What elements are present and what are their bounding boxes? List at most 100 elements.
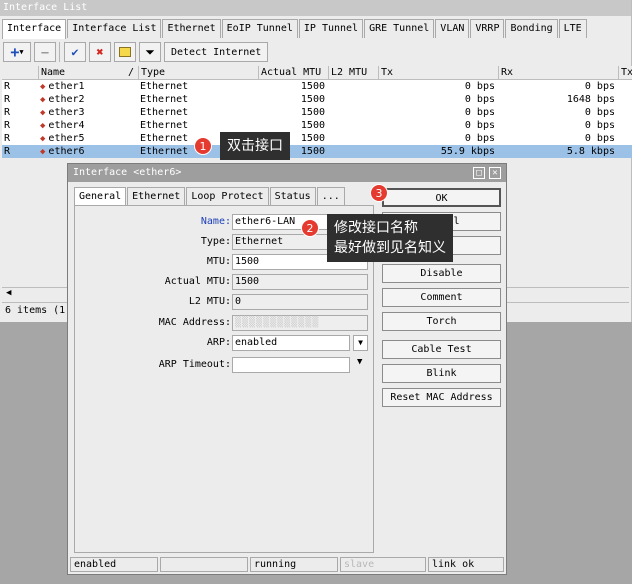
cell-flag: R <box>4 120 11 131</box>
tab-ethernet-settings[interactable]: Ethernet <box>127 187 186 205</box>
cell-name: ◆ ether4 <box>38 119 138 133</box>
interface-name: ether4 <box>48 120 85 131</box>
tab-status[interactable]: Status <box>269 187 316 205</box>
comment-button[interactable] <box>114 42 136 62</box>
cell-tx: 0 bps <box>464 120 495 131</box>
cell-tx: 55.9 kbps <box>440 146 495 157</box>
chevron-down-icon: ▼ <box>19 48 24 56</box>
interface-table: Name / Type Actual MTU L2 MTU Tx Rx Tx R… <box>2 66 632 158</box>
tab-eoip-tunnel[interactable]: EoIP Tunnel <box>221 19 298 38</box>
step-2-callout: 修改接口名称 最好做到见名知义 <box>327 214 453 262</box>
col-name[interactable]: Name <box>38 66 138 79</box>
comment-button[interactable]: Comment <box>382 288 501 307</box>
tab-vlan[interactable]: VLAN <box>435 19 470 38</box>
arp-timeout-input[interactable] <box>232 357 350 373</box>
table-header: Name / Type Actual MTU L2 MTU Tx Rx Tx <box>2 66 632 80</box>
col-type[interactable]: Type <box>138 66 258 79</box>
tab-loop-protect[interactable]: Loop Protect <box>186 187 269 205</box>
enable-button[interactable]: ✔ <box>64 42 86 62</box>
disable-button[interactable]: Disable <box>382 264 501 283</box>
col-sort-indicator: / <box>128 67 135 78</box>
cell-flag: R <box>4 94 11 105</box>
cell-tx: 0 bps <box>464 133 495 144</box>
interface-name: ether6 <box>48 146 85 157</box>
arp-select[interactable]: enabled <box>232 335 350 351</box>
blink-button[interactable]: Blink <box>382 364 501 383</box>
mac-address-field: ▒▒▒▒▒▒▒▒▒▒▒▒ <box>232 315 368 331</box>
step-1-callout: 双击接口 <box>220 132 290 160</box>
detect-internet-button[interactable]: Detect Internet <box>164 42 269 62</box>
close-icon[interactable]: ✕ <box>489 167 501 179</box>
cable-test-button[interactable]: Cable Test <box>382 340 501 359</box>
cell-name: ◆ ether5 <box>38 132 138 146</box>
cell-rx: 0 bps <box>584 81 615 92</box>
add-button[interactable]: + ▼ <box>3 42 31 62</box>
col-l2-mtu[interactable]: L2 MTU <box>328 66 378 79</box>
dialog-status-bar: enabled running slave link ok <box>70 557 504 572</box>
l2-mtu-field: 0 <box>232 294 368 310</box>
toolbar: + ▼ — ✔ ✖ ⏷ Detect Internet <box>3 40 271 64</box>
cell-type: Ethernet <box>140 81 189 92</box>
actual-mtu-field: 1500 <box>232 274 368 290</box>
interface-name: ether1 <box>48 81 85 92</box>
callout-line-2: 最好做到见名知义 <box>334 240 446 256</box>
col-tx[interactable]: Tx <box>378 66 498 79</box>
table-row[interactable]: R ◆ ether3 Ethernet 1500 0 bps 0 bps <box>2 106 632 119</box>
table-row[interactable]: R ◆ ether5 Ethernet 1500 0 bps 0 bps <box>2 132 632 145</box>
tab-interface[interactable]: Interface <box>2 19 67 39</box>
tab-more[interactable]: ... <box>316 187 345 205</box>
ok-button[interactable]: OK <box>382 188 501 207</box>
cell-rx: 1648 bps <box>566 94 615 105</box>
cell-flag: R <box>4 81 11 92</box>
cell-flag: R <box>4 146 11 157</box>
filter-button[interactable]: ⏷ <box>139 42 161 62</box>
table-row[interactable]: R ◆ ether2 Ethernet 1500 0 bps 1648 bps <box>2 93 632 106</box>
tab-bonding[interactable]: Bonding <box>505 19 558 38</box>
arp-dropdown-button[interactable]: ▼ <box>353 335 368 351</box>
dialog-tabs: General Ethernet Loop Protect Status ... <box>74 187 346 205</box>
ethernet-port-icon: ◆ <box>40 121 46 131</box>
col-tx2[interactable]: Tx <box>618 66 632 79</box>
cell-name: ◆ ether3 <box>38 106 138 120</box>
cell-flag: R <box>4 107 11 118</box>
step-2-badge: 2 <box>301 219 319 237</box>
maximize-icon[interactable]: □ <box>473 167 485 179</box>
tab-ip-tunnel[interactable]: IP Tunnel <box>298 19 364 38</box>
main-tabs: Interface Interface List Ethernet EoIP T… <box>2 19 588 39</box>
cell-type: Ethernet <box>140 94 189 105</box>
type-label: Type: <box>200 236 231 247</box>
dialog-title: Interface <ether6> <box>68 164 506 182</box>
cell-name: ◆ ether6 <box>38 145 138 159</box>
tab-vrrp[interactable]: VRRP <box>470 19 505 38</box>
callout-line-1: 修改接口名称 <box>334 220 418 236</box>
table-row[interactable]: R ◆ ether6 Ethernet 1500 55.9 kbps 5.8 kbps <box>2 145 632 158</box>
expand-icon[interactable]: ▼ <box>357 357 362 367</box>
cell-tx: 0 bps <box>464 107 495 118</box>
col-rx[interactable]: Rx <box>498 66 618 79</box>
tab-general[interactable]: General <box>74 187 127 205</box>
check-icon: ✔ <box>71 45 79 59</box>
ethernet-port-icon: ◆ <box>40 108 46 118</box>
interface-name: ether2 <box>48 94 85 105</box>
arp-timeout-label: ARP Timeout: <box>158 359 231 370</box>
tab-ethernet[interactable]: Ethernet <box>162 19 221 38</box>
cell-type: Ethernet <box>140 107 189 118</box>
cell-mtu: 1500 <box>300 107 325 118</box>
name-label: Name: <box>200 216 231 227</box>
remove-button[interactable]: — <box>34 42 56 62</box>
table-row[interactable]: R ◆ ether4 Ethernet 1500 0 bps 0 bps <box>2 119 632 132</box>
tab-interface-list[interactable]: Interface List <box>67 19 162 38</box>
col-actual-mtu[interactable]: Actual MTU <box>258 66 328 79</box>
disable-button[interactable]: ✖ <box>89 42 111 62</box>
window-title: Interface List <box>0 0 631 16</box>
table-row[interactable]: R ◆ ether1 Ethernet 1500 0 bps 0 bps <box>2 80 632 93</box>
scroll-left-icon[interactable]: ◀ <box>6 288 11 298</box>
tab-lte[interactable]: LTE <box>558 19 587 38</box>
reset-mac-button[interactable]: Reset MAC Address <box>382 388 501 407</box>
plus-icon: + <box>10 43 20 61</box>
minus-icon: — <box>41 45 49 59</box>
x-icon: ✖ <box>96 45 104 59</box>
actual-mtu-label: Actual MTU: <box>164 276 231 287</box>
tab-gre-tunnel[interactable]: GRE Tunnel <box>364 19 435 38</box>
torch-button[interactable]: Torch <box>382 312 501 331</box>
